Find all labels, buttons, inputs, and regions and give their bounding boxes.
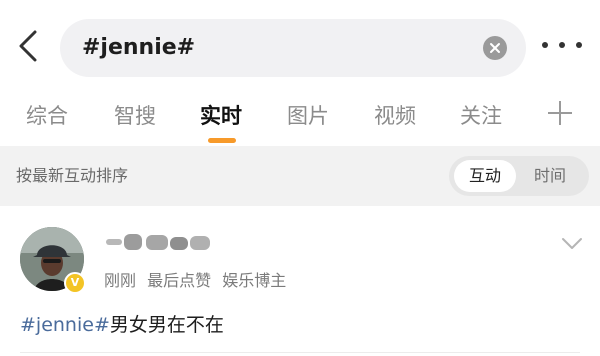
top-bar: #jennie# [0, 0, 600, 92]
sort-option-interaction[interactable]: 互动 [454, 160, 516, 192]
tab-smart-search[interactable]: 智搜 [114, 100, 156, 130]
verified-badge-icon: V [64, 272, 86, 294]
post-hashtag[interactable]: #jennie# [20, 314, 110, 336]
chevron-down-icon[interactable] [561, 236, 583, 252]
clear-icon[interactable] [483, 36, 507, 60]
tab-videos[interactable]: 视频 [374, 100, 416, 130]
divider [20, 352, 580, 353]
sort-label: 按最新互动排序 [16, 166, 129, 185]
post-time: 刚刚 [104, 271, 137, 290]
post-author-category: 娱乐博主 [222, 271, 287, 290]
sort-toggle: 互动 时间 [449, 156, 589, 196]
post-text: 男女男在不在 [109, 314, 224, 336]
more-icon[interactable] [542, 30, 582, 60]
tab-following[interactable]: 关注 [460, 100, 502, 130]
username-blurred[interactable] [104, 231, 216, 255]
search-input[interactable]: #jennie# [60, 19, 526, 77]
search-tabs: 综合 智搜 实时 图片 视频 关注 [0, 92, 600, 146]
search-query[interactable]: #jennie# [82, 19, 195, 77]
tab-images[interactable]: 图片 [287, 100, 329, 130]
active-tab-indicator [208, 138, 236, 143]
back-arrow-icon[interactable] [10, 26, 46, 66]
post-meta: 刚刚 最后点赞 娱乐博主 [104, 267, 292, 291]
post-card: V 刚刚 最后点赞 娱乐博主 #jennie#男女男在不在 [0, 206, 600, 356]
tab-realtime[interactable]: 实时 [200, 100, 242, 130]
post-last-action: 最后点赞 [147, 271, 212, 290]
add-tab-icon[interactable] [547, 100, 573, 126]
post-content: #jennie#男女男在不在 [20, 310, 224, 337]
sort-bar: 按最新互动排序 互动 时间 [0, 146, 600, 206]
tab-comprehensive[interactable]: 综合 [26, 100, 68, 130]
sort-option-time[interactable]: 时间 [519, 160, 581, 192]
